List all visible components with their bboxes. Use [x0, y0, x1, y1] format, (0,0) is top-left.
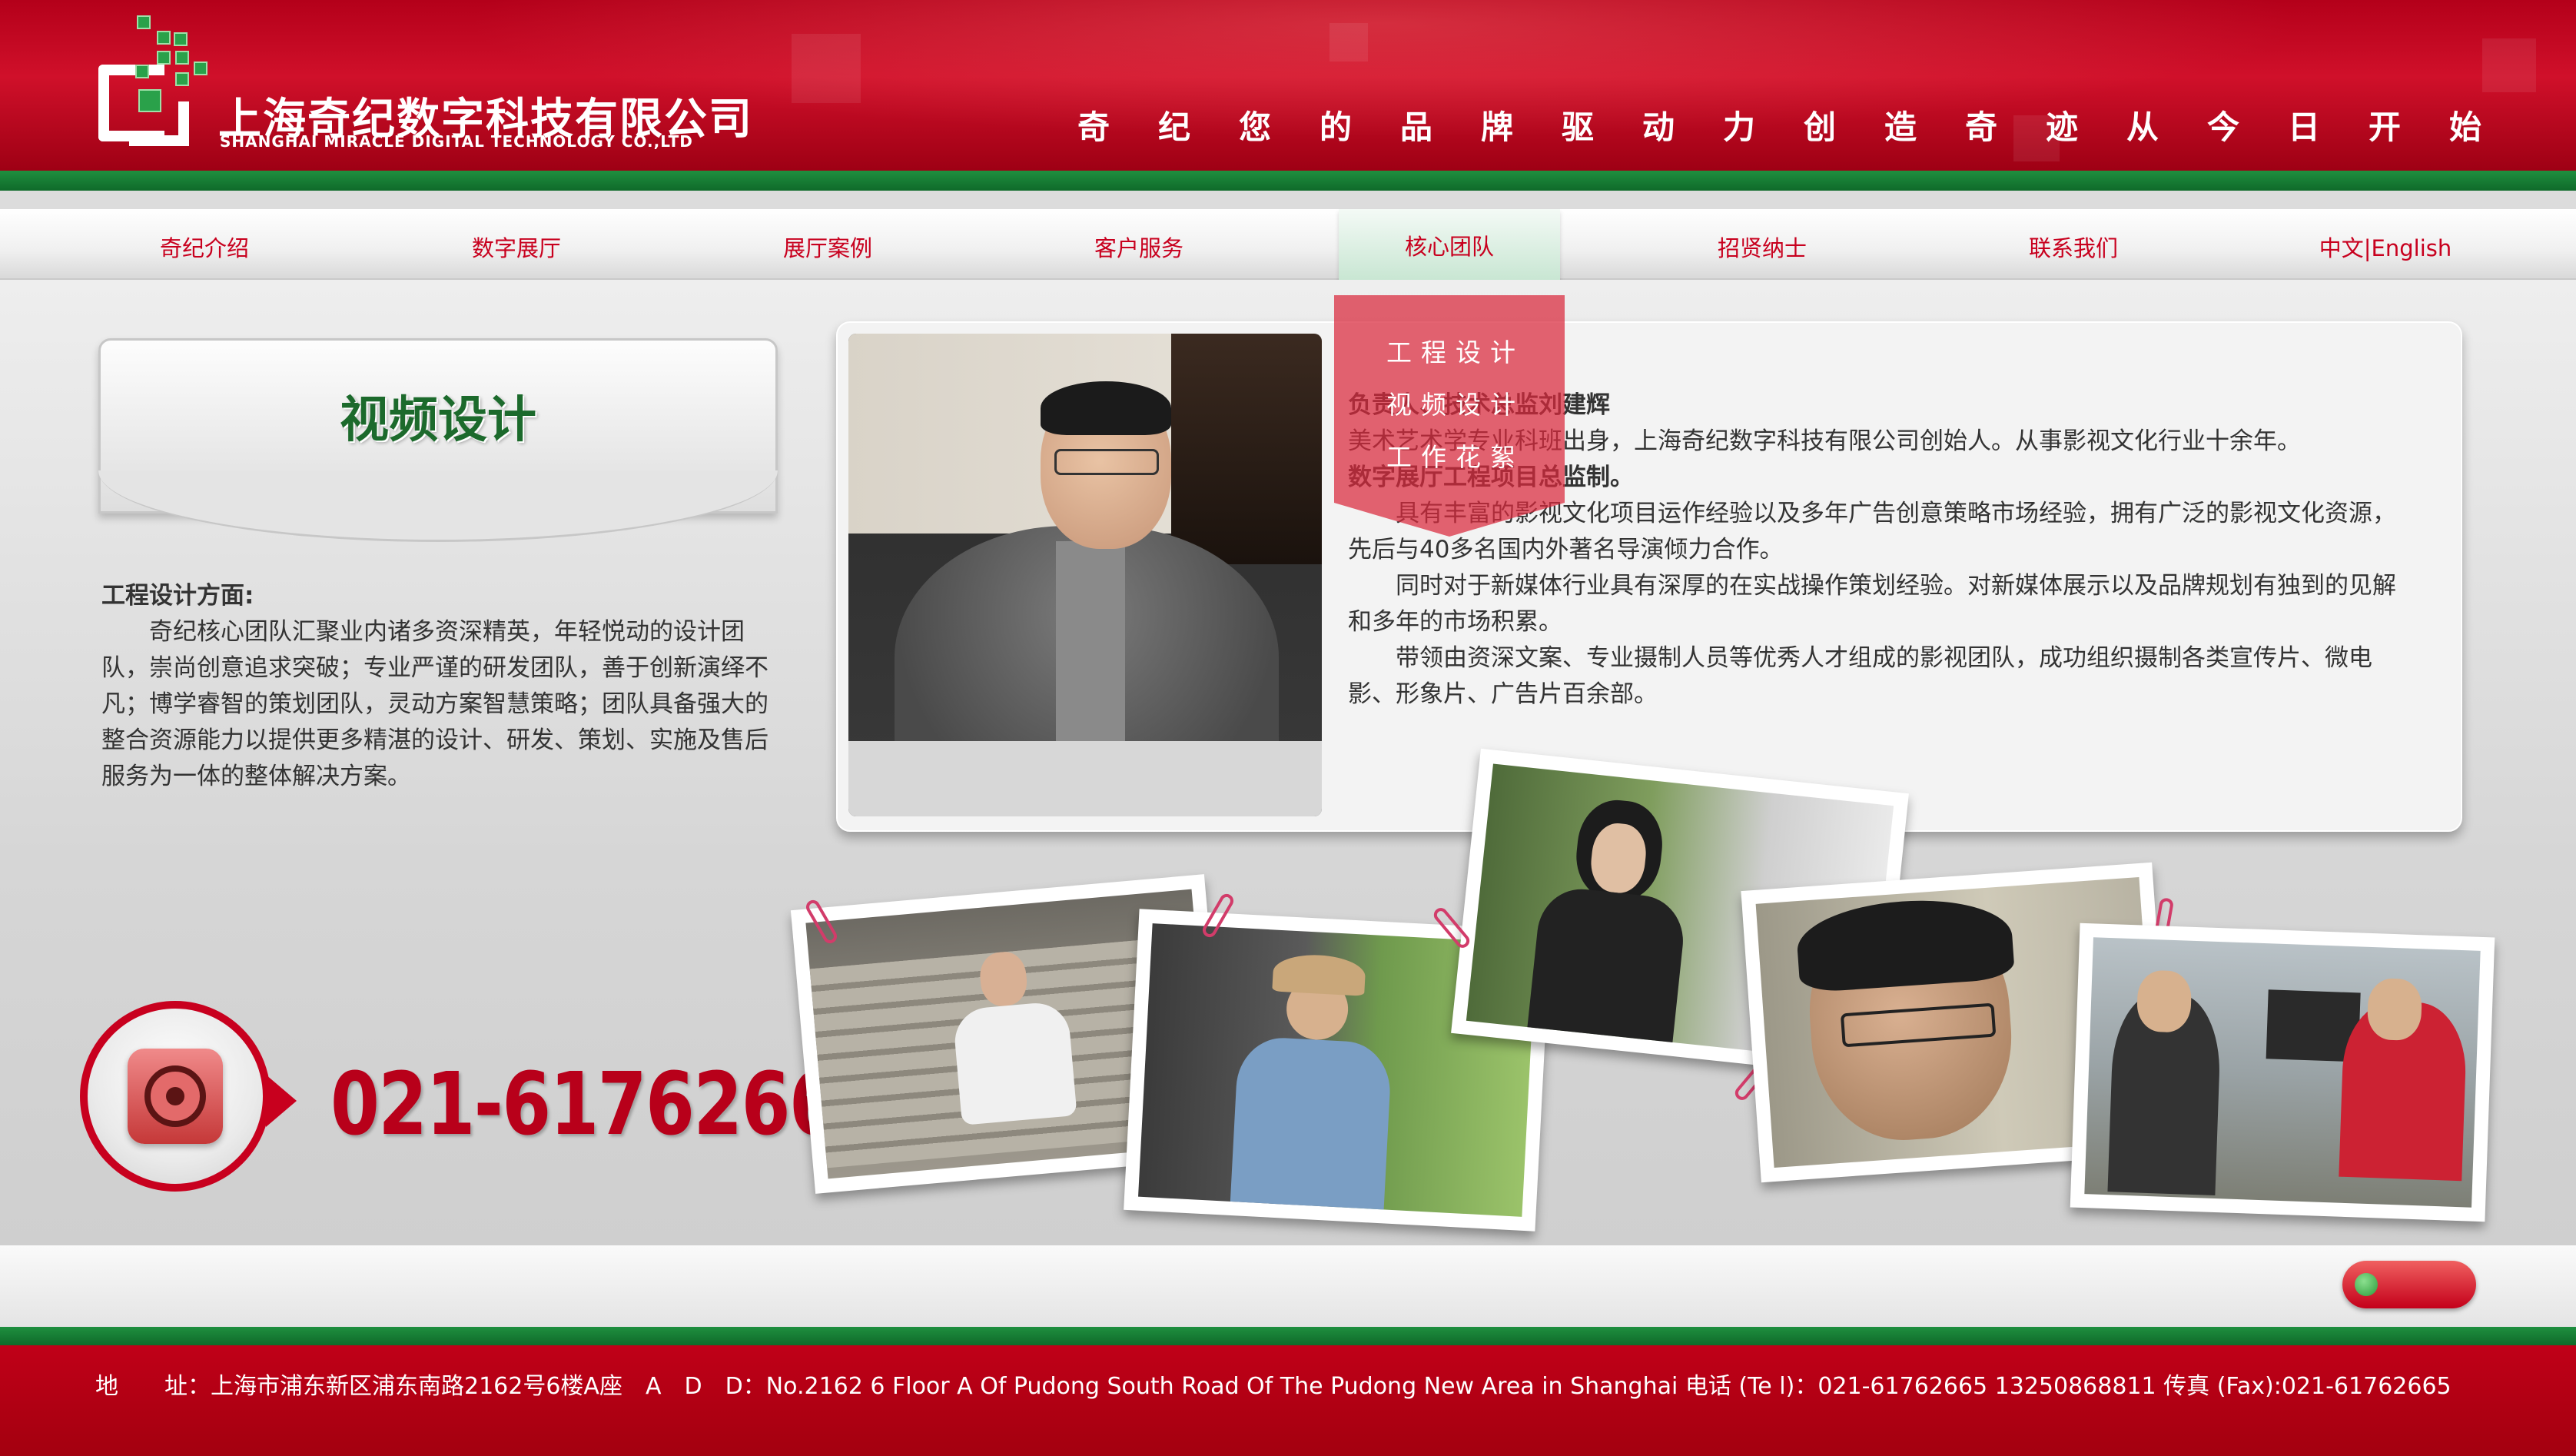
photo-hair	[1041, 381, 1171, 435]
company-logo-icon[interactable]	[98, 15, 207, 146]
photo-face	[2366, 977, 2423, 1042]
nav-item-label: 核心团队	[1404, 234, 1494, 260]
company-name-en: SHANGHAI MIRACLE DIGITAL TECHNOLOGY CO.,…	[220, 132, 693, 151]
photo-body	[1525, 885, 1688, 1053]
logo-pixel	[135, 65, 149, 78]
team-description-body: 奇纪核心团队汇聚业内诸多资深精英，年轻悦动的设计团队，崇尚创意追求突破；专业严谨…	[101, 618, 768, 790]
logo-pixel	[137, 15, 151, 29]
bio-paragraph: 同时对于新媒体行业具有深厚的在实战操作策划经验。对新媒体展示以及品牌规划有独到的…	[1348, 572, 2396, 636]
toggle-knob	[2355, 1273, 2378, 1296]
main-nav	[0, 209, 2576, 280]
bio-paragraph: 带领由资深文案、专业摄制人员等优秀人才组成的影视团队，成功组织摄制各类宣传片、微…	[1348, 644, 2372, 708]
dropdown-item-engineering-design[interactable]: 工程设计	[1386, 332, 1525, 369]
nav-item-contact[interactable]: 联系我们	[2029, 231, 2118, 263]
logo-pixel	[157, 51, 171, 65]
logo-pixel	[174, 32, 188, 46]
decor-square	[1329, 23, 1368, 61]
nav-item-about[interactable]: 奇纪介绍	[160, 231, 249, 263]
team-description-heading: 工程设计方面:	[101, 582, 254, 610]
photo-shirt	[1056, 541, 1125, 772]
music-toggle[interactable]	[2342, 1261, 2476, 1308]
director-photo	[848, 334, 1322, 816]
nav-item-customer-service[interactable]: 客户服务	[1094, 231, 1183, 263]
core-team-dropdown: 工程设计 视频设计 工作花絮	[1334, 295, 1565, 537]
photo-hat	[1272, 952, 1366, 996]
team-photo-image	[2084, 937, 2481, 1208]
phone-dial	[144, 1065, 206, 1127]
logo-pixel	[157, 31, 171, 45]
dropdown-item-work-highlights[interactable]: 工作花絮	[1386, 437, 1525, 474]
photo-face	[2136, 969, 2193, 1033]
nav-item-language[interactable]: 中文|English	[2319, 231, 2452, 263]
nav-item-careers[interactable]: 招贤纳士	[1718, 231, 1807, 263]
photo-desk	[848, 741, 1322, 816]
bottom-bar	[0, 1245, 2576, 1327]
dropdown-item-video-design[interactable]: 视频设计	[1386, 384, 1525, 421]
footer-address: 地 址：上海市浦东新区浦东南路2162号6楼A座 A D D：No.2162 6…	[95, 1373, 2452, 1400]
phone-number: 021-61762665	[330, 1055, 886, 1155]
logo-pixel	[138, 89, 161, 112]
footer-stripe	[0, 1327, 2576, 1345]
nav-item-digital-hall[interactable]: 数字展厅	[472, 231, 561, 263]
section-title: 视频设计	[340, 391, 536, 449]
photo-body	[1230, 1035, 1393, 1213]
photo-hair	[1794, 893, 2016, 994]
photo-shelf	[1171, 334, 1322, 564]
team-photo[interactable]	[2070, 922, 2495, 1222]
photo-body	[952, 1000, 1077, 1125]
telephone-icon	[128, 1049, 223, 1144]
logo-pixel	[175, 51, 189, 65]
logo-pixel	[194, 61, 207, 75]
nav-item-hall-cases[interactable]: 展厅案例	[783, 231, 872, 263]
logo-pixel	[175, 72, 189, 86]
slogan: 奇纪您的品牌驱动力创造奇迹从今日开始	[1077, 108, 2531, 146]
decor-square	[792, 34, 861, 103]
header-stripe	[0, 171, 2576, 191]
section-title-box: 视频设计	[98, 338, 778, 542]
team-description: 工程设计方面: 奇纪核心团队汇聚业内诸多资深精英，年轻悦动的设计团队，崇尚创意追…	[101, 578, 776, 795]
photo-glasses	[1054, 449, 1159, 475]
decor-square	[2482, 38, 2536, 92]
footer	[0, 1345, 2576, 1456]
